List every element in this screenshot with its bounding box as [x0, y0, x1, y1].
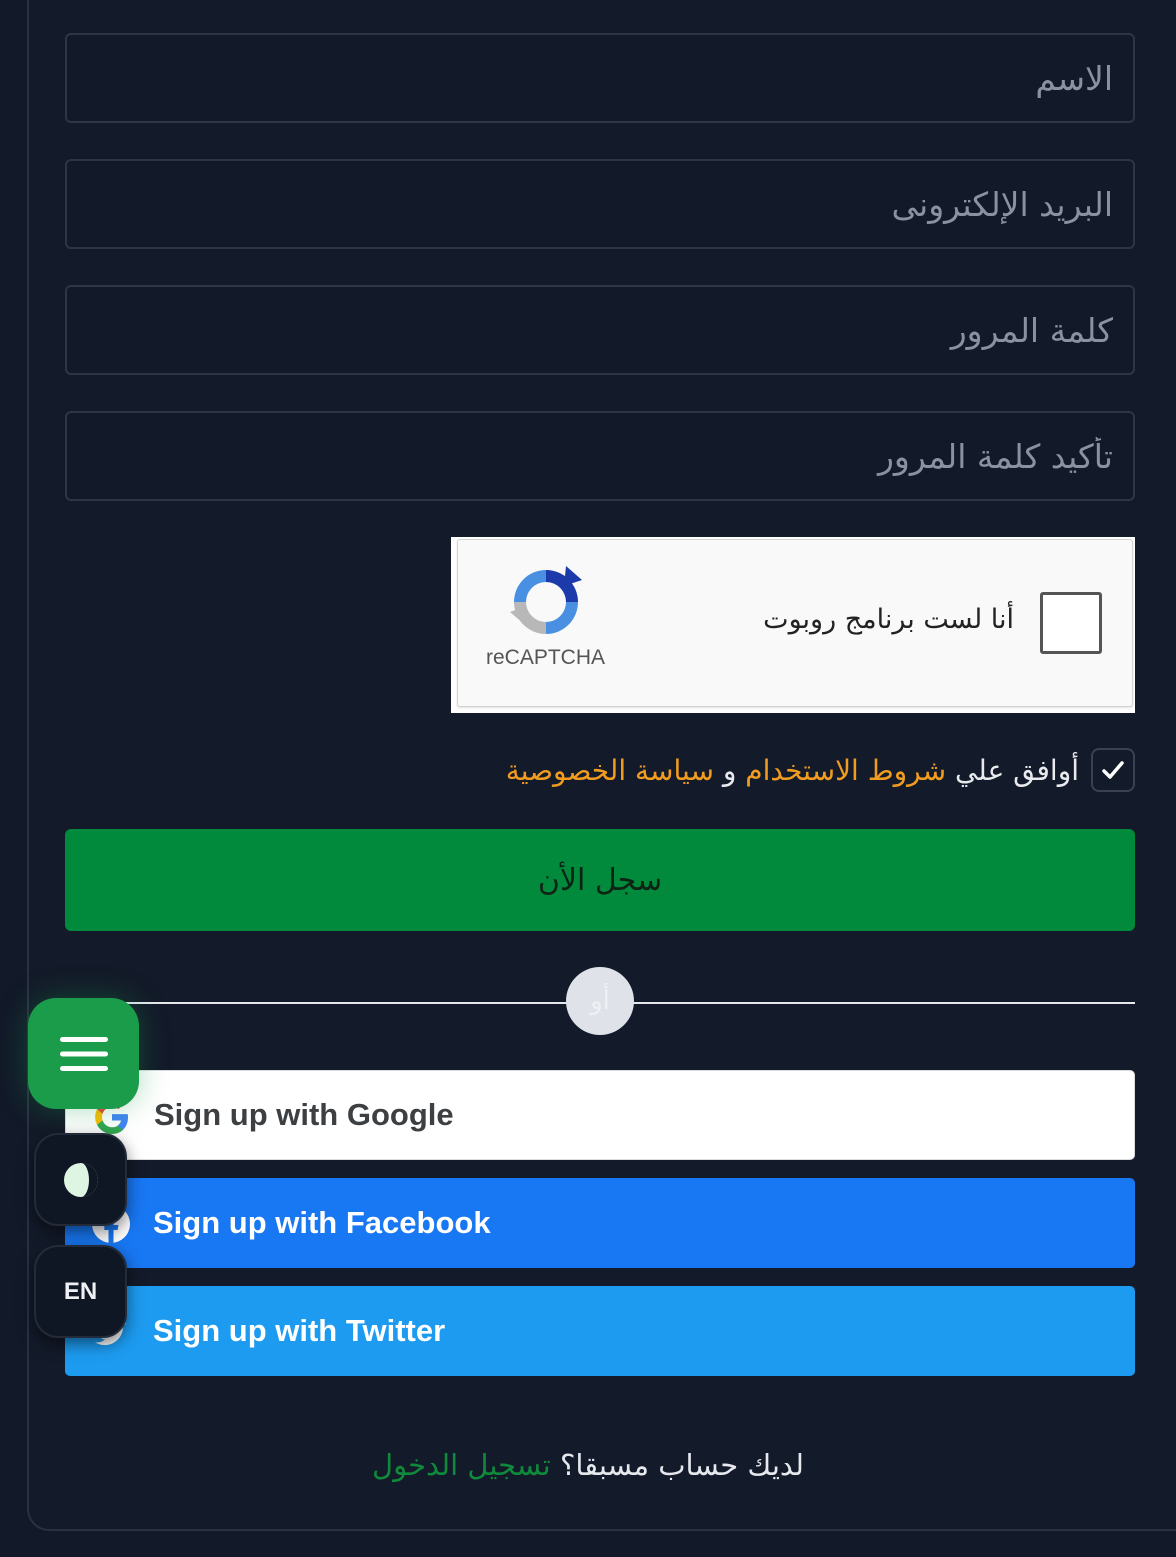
recaptcha-brand: reCAPTCHA [486, 646, 606, 669]
name-field[interactable] [65, 33, 1135, 123]
theme-toggle-icon [63, 1162, 98, 1197]
terms-prefix: أوافق علي [954, 753, 1079, 787]
terms-of-use-link[interactable]: شروط الاستخدام [745, 754, 946, 787]
privacy-policy-link[interactable]: سياسة الخصوصية [506, 754, 714, 787]
terms-agreement: أوافق علي شروط الاستخدام و سياسة الخصوصي… [506, 746, 1135, 794]
recaptcha-widget: أنا لست برنامج روبوت reCAPTCHA [451, 537, 1135, 713]
register-button[interactable]: سجل الأن [65, 829, 1135, 931]
recaptcha-checkbox[interactable] [1040, 592, 1102, 654]
password-field[interactable] [65, 285, 1135, 375]
recaptcha-label: أنا لست برنامج روبوت [763, 604, 1014, 635]
terms-connector: و [722, 753, 737, 787]
confirm-password-input[interactable] [67, 413, 1113, 499]
facebook-signup-label: Sign up with Facebook [153, 1205, 491, 1240]
email-input[interactable] [67, 161, 1113, 247]
language-toggle-button[interactable]: EN [34, 1245, 127, 1338]
language-label: EN [63, 1277, 98, 1305]
login-prompt-text: لديك حساب مسبقا؟ [559, 1448, 804, 1482]
terms-text: أوافق علي شروط الاستخدام و سياسة الخصوصي… [506, 754, 1079, 787]
twitter-signup-button[interactable]: Sign up with Twitter [65, 1286, 1135, 1376]
theme-toggle-button[interactable] [34, 1133, 127, 1226]
menu-button[interactable] [28, 998, 139, 1109]
recaptcha-logo-icon [510, 566, 582, 634]
confirm-password-field[interactable] [65, 411, 1135, 501]
google-signup-button[interactable]: Sign up with Google [65, 1070, 1135, 1160]
google-signup-label: Sign up with Google [154, 1097, 454, 1132]
facebook-signup-button[interactable]: Sign up with Facebook [65, 1178, 1135, 1268]
name-input[interactable] [67, 35, 1113, 121]
recaptcha-frame: أنا لست برنامج روبوت reCAPTCHA [457, 539, 1133, 707]
menu-icon [59, 1036, 108, 1071]
check-icon [1102, 761, 1124, 779]
email-field[interactable] [65, 159, 1135, 249]
password-input[interactable] [67, 287, 1113, 373]
twitter-signup-label: Sign up with Twitter [153, 1313, 446, 1348]
terms-checkbox[interactable] [1091, 748, 1135, 792]
login-prompt: لديك حساب مسبقا؟ تسجيل الدخول [0, 1448, 1176, 1482]
divider-or-label: أو [566, 967, 634, 1035]
login-link[interactable]: تسجيل الدخول [372, 1448, 551, 1482]
signup-page: أنا لست برنامج روبوت reCAPTCHA أوافق علي… [0, 0, 1176, 1557]
